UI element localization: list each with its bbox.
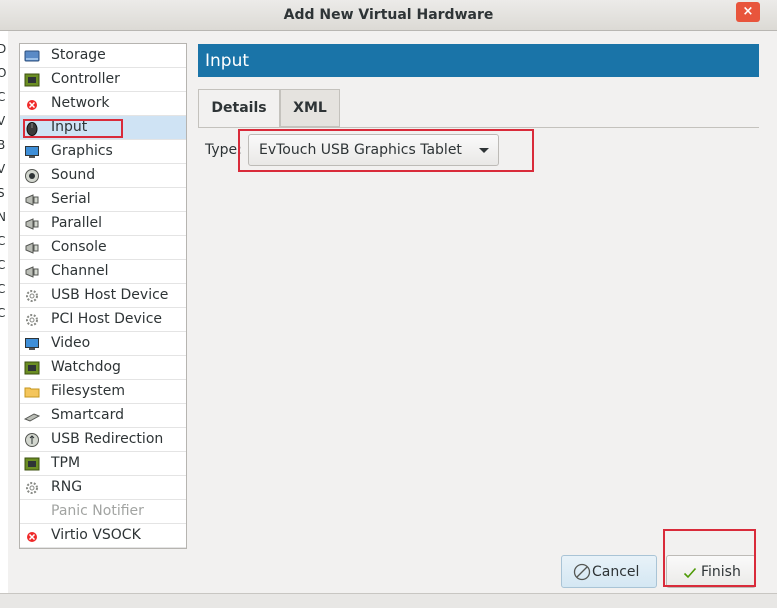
tab-details[interactable]: Details [198, 89, 280, 127]
filesystem-icon [24, 384, 40, 400]
sidebar-item-label: Graphics [51, 143, 113, 159]
annotation-box-finish [663, 529, 756, 587]
sidebar-item-label: Serial [51, 191, 91, 207]
sidebar-item-video[interactable]: Video [20, 332, 186, 356]
network-icon [24, 96, 40, 112]
rng-icon [24, 480, 40, 496]
sidebar-item-label: Storage [51, 47, 106, 63]
sidebar-item-tpm[interactable]: TPM [20, 452, 186, 476]
sidebar-item-filesystem[interactable]: Filesystem [20, 380, 186, 404]
cancel-icon [573, 563, 591, 581]
sidebar-item-watchdog[interactable]: Watchdog [20, 356, 186, 380]
background-window-edge: DOCVBVSNCCCC [0, 31, 8, 593]
background-list-letter: C [0, 258, 6, 272]
pci-host-device-icon [24, 312, 40, 328]
sidebar-item-label: RNG [51, 479, 83, 495]
sidebar-item-network[interactable]: Network [20, 92, 186, 116]
background-list-letter: V [0, 114, 6, 128]
annotation-box-input [23, 119, 123, 138]
sidebar-item-graphics[interactable]: Graphics [20, 140, 186, 164]
section-header: Input [198, 44, 759, 77]
console-icon [24, 240, 40, 256]
sidebar-item-label: USB Redirection [51, 431, 164, 447]
graphics-icon [24, 144, 40, 160]
background-list-letter: S [0, 186, 5, 200]
sidebar-item-smartcard[interactable]: Smartcard [20, 404, 186, 428]
background-list-letter: D [0, 42, 7, 56]
window-bottom-edge [0, 593, 777, 608]
channel-icon [24, 264, 40, 280]
usb-host-device-icon [24, 288, 40, 304]
sidebar-item-label: Sound [51, 167, 96, 183]
sidebar-item-label: PCI Host Device [51, 311, 163, 327]
background-list-letter: C [0, 234, 6, 248]
sidebar-item-console[interactable]: Console [20, 236, 186, 260]
sidebar-item-label: USB Host Device [51, 287, 169, 303]
background-list-letter: N [0, 210, 6, 224]
sidebar-item-label: Controller [51, 71, 120, 87]
controller-icon [24, 72, 40, 88]
tpm-icon [24, 456, 40, 472]
smartcard-icon [23, 408, 41, 424]
sidebar-item-label: Filesystem [51, 383, 126, 399]
background-list-letter: B [0, 138, 6, 152]
sidebar-item-controller[interactable]: Controller [20, 68, 186, 92]
sidebar-item-usb-host-device[interactable]: USB Host Device [20, 284, 186, 308]
sidebar-item-label: Parallel [51, 215, 103, 231]
background-list-letter: C [0, 90, 6, 104]
background-list-letter: C [0, 306, 6, 320]
type-label: Type: [205, 142, 242, 158]
sidebar-item-serial[interactable]: Serial [20, 188, 186, 212]
background-list-letter: V [0, 162, 6, 176]
parallel-icon [24, 216, 40, 232]
serial-icon [24, 192, 40, 208]
watchdog-icon [24, 360, 40, 376]
annotation-box-type [238, 129, 534, 172]
panic-notifier-icon [24, 504, 40, 520]
dialog-title: Add New Virtual Hardware [283, 7, 494, 23]
sidebar-item-label: Panic Notifier [51, 503, 144, 519]
sidebar-item-label: Network [51, 95, 110, 111]
sidebar-item-label: Video [51, 335, 91, 351]
sidebar-item-label: Console [51, 239, 107, 255]
cancel-button[interactable]: Cancel [561, 555, 657, 588]
section-title: Input [205, 51, 250, 71]
sidebar-item-rng[interactable]: RNG [20, 476, 186, 500]
close-button[interactable]: × [736, 2, 760, 22]
sidebar-item-parallel[interactable]: Parallel [20, 212, 186, 236]
title-bar: Add New Virtual Hardware × [0, 0, 777, 31]
sidebar-item-virtio-vsock[interactable]: Virtio VSOCK [20, 524, 186, 548]
storage-icon [24, 48, 40, 64]
video-icon [24, 336, 40, 352]
sidebar-item-usb-redirection[interactable]: USB Redirection [20, 428, 186, 452]
sidebar-item-channel[interactable]: Channel [20, 260, 186, 284]
sidebar-item-label: Virtio VSOCK [51, 527, 141, 543]
background-list-letter: O [0, 66, 7, 80]
sidebar-item-storage[interactable]: Storage [20, 44, 186, 68]
sidebar-item-sound[interactable]: Sound [20, 164, 186, 188]
tab-bar: Details XML [198, 89, 759, 128]
sidebar-item-label: TPM [51, 455, 81, 471]
sidebar-item-label: Smartcard [51, 407, 125, 423]
virtio-vsock-icon [24, 528, 40, 544]
usb-redirection-icon [24, 432, 40, 448]
background-list-letter: C [0, 282, 6, 296]
sidebar-item-label: Channel [51, 263, 109, 279]
sidebar-item-pci-host-device[interactable]: PCI Host Device [20, 308, 186, 332]
sidebar-item-panic-notifier: Panic Notifier [20, 500, 186, 524]
tab-xml[interactable]: XML [280, 89, 340, 127]
cancel-button-label: Cancel [592, 564, 640, 580]
sound-icon [24, 168, 40, 184]
sidebar-item-label: Watchdog [51, 359, 121, 375]
